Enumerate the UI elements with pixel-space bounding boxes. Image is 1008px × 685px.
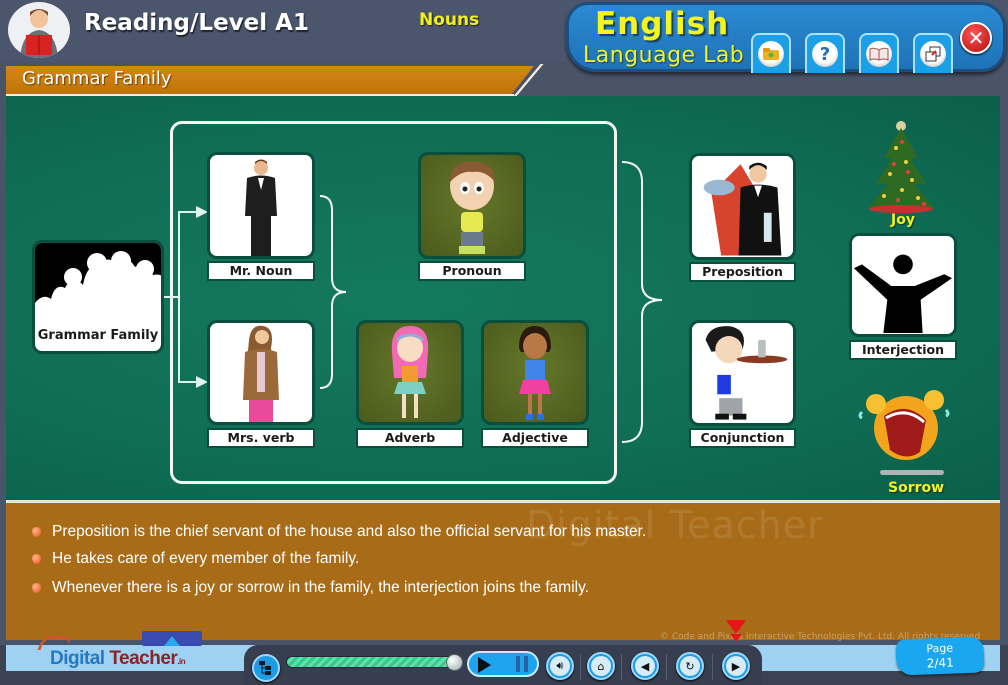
pink-hair-girl-figure bbox=[391, 326, 429, 418]
preposition-label: Preposition bbox=[689, 262, 796, 282]
progress-knob[interactable] bbox=[446, 654, 463, 671]
cheering-silhouette bbox=[853, 254, 953, 334]
note-item: He takes care of every member of the fam… bbox=[32, 550, 359, 568]
pause-button[interactable] bbox=[516, 656, 528, 672]
page-value: 2/41 bbox=[926, 655, 954, 671]
next-hint-arrow-icon bbox=[730, 634, 742, 642]
conjunction-card[interactable] bbox=[689, 320, 796, 426]
preposition-card[interactable] bbox=[689, 153, 796, 260]
adverb-label: Adverb bbox=[356, 428, 464, 448]
pronoun-card[interactable] bbox=[418, 152, 526, 259]
replay-button[interactable]: ↻ bbox=[676, 652, 704, 680]
christmas-tree-icon bbox=[868, 121, 934, 213]
grammar-family-card[interactable]: Grammar Family bbox=[32, 240, 164, 354]
previous-icon: ◀ bbox=[635, 656, 655, 676]
next-button[interactable]: ▶ bbox=[722, 652, 750, 680]
audio-button[interactable]: 🔊︎ bbox=[546, 652, 574, 680]
verb-label: Mrs. verb bbox=[207, 428, 315, 448]
connector-line bbox=[178, 211, 198, 213]
conjunction-label: Conjunction bbox=[689, 428, 796, 448]
woman-figure bbox=[243, 325, 279, 422]
reader-avatar bbox=[8, 2, 70, 58]
adjective-card[interactable] bbox=[481, 320, 589, 425]
close-button[interactable]: ✕ bbox=[960, 22, 992, 54]
sorrow-label: Sorrow bbox=[888, 480, 945, 496]
replay-icon: ↻ bbox=[680, 656, 700, 676]
butler-figure bbox=[703, 162, 782, 256]
brace-icon bbox=[621, 161, 663, 443]
noun-card[interactable] bbox=[207, 152, 315, 259]
adjective-label: Adjective bbox=[481, 428, 589, 448]
chevron-up-icon bbox=[164, 636, 180, 646]
progress-bar[interactable] bbox=[286, 656, 456, 668]
crying-face-icon bbox=[858, 390, 950, 475]
app-title: Reading/Level A1 bbox=[84, 10, 309, 36]
boy-figure bbox=[450, 161, 495, 254]
bullet-icon bbox=[32, 527, 41, 537]
previous-button[interactable]: ◀ bbox=[631, 652, 659, 680]
digital-teacher-logo: Digital Teacher.in bbox=[50, 648, 186, 669]
connector-line bbox=[178, 381, 198, 383]
verb-card[interactable] bbox=[207, 320, 315, 425]
close-icon: ✕ bbox=[967, 26, 985, 50]
home-button[interactable]: ⌂ bbox=[587, 652, 615, 680]
sitemap-button[interactable] bbox=[252, 654, 280, 682]
noun-label: Mr. Noun bbox=[207, 261, 315, 281]
page-indicator: Page 2/41 bbox=[895, 636, 985, 676]
grammar-family-label: Grammar Family bbox=[37, 328, 159, 343]
girl-figure bbox=[519, 326, 551, 420]
notes-panel: Digital Teacher Preposition is the chief… bbox=[6, 500, 1000, 640]
pronoun-label: Pronoun bbox=[418, 261, 526, 281]
bullet-icon bbox=[32, 554, 41, 564]
panel-toggle-button[interactable] bbox=[142, 631, 202, 646]
topic-title: Nouns bbox=[419, 10, 480, 30]
interjection-label: Interjection bbox=[849, 340, 957, 360]
bullet-icon bbox=[32, 583, 41, 593]
next-icon: ▶ bbox=[726, 656, 746, 676]
joy-label: Joy bbox=[891, 212, 915, 228]
brand-title: English bbox=[595, 6, 730, 42]
home-icon: ⌂ bbox=[591, 656, 611, 676]
interjection-card[interactable] bbox=[849, 233, 957, 337]
waiter-figure bbox=[705, 326, 788, 420]
speaker-icon: 🔊︎ bbox=[550, 656, 570, 676]
section-title: Grammar Family bbox=[22, 68, 172, 89]
sitemap-icon bbox=[259, 661, 271, 675]
note-item: Whenever there is a joy or sorrow in the… bbox=[32, 579, 589, 597]
play-button[interactable] bbox=[478, 657, 491, 673]
app-window: Reading/Level A1 Nouns English Language … bbox=[0, 0, 1008, 685]
adverb-card[interactable] bbox=[356, 320, 464, 425]
progress-fill bbox=[287, 657, 450, 667]
note-item: Preposition is the chief servant of the … bbox=[32, 523, 646, 541]
connector-line bbox=[178, 212, 180, 382]
brace-icon bbox=[319, 195, 347, 389]
next-hint-arrow-icon bbox=[726, 620, 746, 634]
businessman-figure bbox=[245, 159, 277, 256]
